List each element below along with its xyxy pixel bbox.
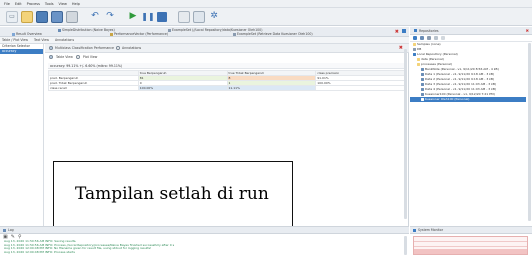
table-icon (233, 32, 236, 36)
repository-icon (414, 29, 417, 32)
memory-usage-fill (414, 248, 527, 254)
caption-text: Tampilan setlah di run (75, 184, 269, 204)
document-tabs: SimpleDistribution (Naive Bayes) Example… (0, 27, 409, 37)
list-item-accuracy[interactable]: accuracy (0, 49, 43, 54)
close-icon[interactable]: ✖ (526, 28, 529, 33)
log-line: Aug 13, 2020 12:00:48 PM INFO: Process s… (4, 249, 75, 254)
tab-performance-vector[interactable]: PerformanceVector (Performance) (110, 32, 168, 36)
dataset-icon (421, 88, 424, 91)
close-icon[interactable]: ✖ (395, 29, 399, 35)
table-icon (168, 28, 171, 32)
tab-text-view[interactable]: Text View (34, 38, 49, 42)
undo-icon[interactable]: ↶ (89, 11, 101, 23)
more-icon[interactable] (441, 36, 445, 40)
log-scrollbar[interactable] (404, 236, 407, 255)
new-icon[interactable]: ▭ (6, 10, 18, 23)
dataset-icon (421, 78, 424, 81)
menu-view[interactable]: View (59, 2, 67, 6)
log-title: Log (8, 228, 14, 232)
menu-edit[interactable]: Edit (15, 2, 22, 6)
system-monitor-header: System Monitor (410, 227, 532, 234)
plot-view-label: Plot View (82, 55, 98, 59)
dataset-icon (421, 98, 424, 101)
tab-example-set-retrieve[interactable]: ExampleSet (Retrieve Data Kuesioner Oleh… (233, 32, 313, 36)
plot-view-radio[interactable] (75, 55, 80, 59)
performance-header: Multiclass Classification Performance An… (45, 44, 409, 53)
stop-icon[interactable] (157, 11, 167, 22)
repositories-panel: Repositories ✖ Samples (none) DB Local R… (410, 27, 532, 226)
table-row: class recall 100.00% 11.11% (48, 85, 405, 91)
multiclass-label: Multiclass Classification Performance (55, 46, 115, 50)
editor-scrollbar[interactable] (404, 49, 407, 219)
table-view-label: Table View (56, 55, 73, 59)
close-icon[interactable]: ✖ (399, 45, 403, 51)
annotations-radio[interactable] (116, 46, 121, 50)
delete-icon[interactable] (434, 36, 438, 40)
open-icon[interactable] (21, 10, 33, 23)
tab-result-overview[interactable]: Result Overview (12, 32, 42, 36)
tab-simple-distribution[interactable]: SimpleDistribution (Naive Bayes) (58, 28, 115, 32)
folder-icon (413, 43, 416, 46)
table-view-radio[interactable] (49, 55, 53, 59)
view-mode-radios: Table View Plot View (49, 55, 97, 59)
table-cell: 100.00% (137, 85, 228, 91)
criterion-list: Criterion Selector accuracy (0, 44, 44, 226)
log-panel: Log ▣ ✎ ⚲ Aug 13, 2020 11:50:56 AM INFO:… (0, 226, 409, 256)
table-cell: 11.11% (226, 85, 317, 91)
multiclass-radio[interactable] (49, 46, 53, 50)
repositories-header: Repositories ✖ (410, 27, 532, 35)
menu-file[interactable]: File (4, 2, 10, 6)
menu-bar: File Edit Process Tools View Help (0, 0, 532, 8)
folder-icon (417, 58, 420, 61)
repository-icon (413, 53, 416, 56)
tree-item-selected[interactable]: Kuesioner Oleh100 (Personal) (410, 97, 526, 102)
repository-tree: Samples (none) DB Local Repository (Pers… (410, 42, 532, 102)
save-icon[interactable] (36, 10, 48, 23)
caption-box: Tampilan setlah di run (53, 161, 293, 227)
save-as-icon[interactable] (51, 10, 63, 23)
repository-scrollbar[interactable] (528, 43, 531, 221)
table-cell (315, 85, 405, 91)
log-header: Log (0, 227, 409, 234)
redo-icon[interactable]: ↷ (104, 11, 116, 23)
refresh-icon[interactable] (420, 36, 424, 40)
overview-icon (12, 32, 15, 36)
pause-icon[interactable]: ❚❚ (141, 11, 154, 23)
view-tabs: Table / Plot View Text View Annotations (0, 37, 409, 44)
dataset-icon (421, 93, 424, 96)
monitor-icon (413, 228, 416, 232)
folder-icon (417, 63, 420, 66)
add-icon[interactable] (413, 36, 417, 40)
dataset-icon (421, 68, 424, 71)
performance-icon (110, 32, 113, 36)
wizard-icon[interactable] (178, 10, 190, 23)
log-icon (3, 228, 6, 232)
repositories-title: Repositories (419, 28, 439, 33)
main-toolbar: ▭ ↶ ↷ ▶ ❚❚ ✲ (0, 8, 532, 26)
tab-annotations[interactable]: Annotations (55, 38, 74, 42)
system-monitor-title: System Monitor (418, 228, 444, 232)
tab-table-plot-view[interactable]: Table / Plot View (2, 38, 28, 42)
model-icon (58, 28, 61, 32)
print-icon[interactable] (66, 10, 78, 23)
menu-process[interactable]: Process (27, 2, 40, 6)
annotations-label: Annotations (122, 46, 142, 50)
database-icon (413, 48, 416, 51)
maximize-icon[interactable] (402, 29, 406, 33)
accuracy-summary: accuracy: 99.11% +/- 6.60% (mikro: 99.11… (48, 63, 405, 69)
system-monitor-panel: System Monitor (410, 226, 532, 256)
repository-toolbar (410, 35, 532, 42)
row-label: class recall (48, 85, 139, 91)
run-icon[interactable]: ▶ (127, 11, 139, 23)
dataset-icon (421, 83, 424, 86)
menu-help[interactable]: Help (72, 2, 80, 6)
settings-icon[interactable] (193, 10, 205, 23)
menu-tools[interactable]: Tools (45, 2, 54, 6)
dataset-icon (421, 73, 424, 76)
confusion-matrix: true Berpengaruh true Tidak Berpengaruh … (48, 70, 405, 91)
folder-icon[interactable] (427, 36, 431, 40)
plugin-icon[interactable]: ✲ (208, 11, 220, 23)
memory-graph (413, 236, 528, 255)
